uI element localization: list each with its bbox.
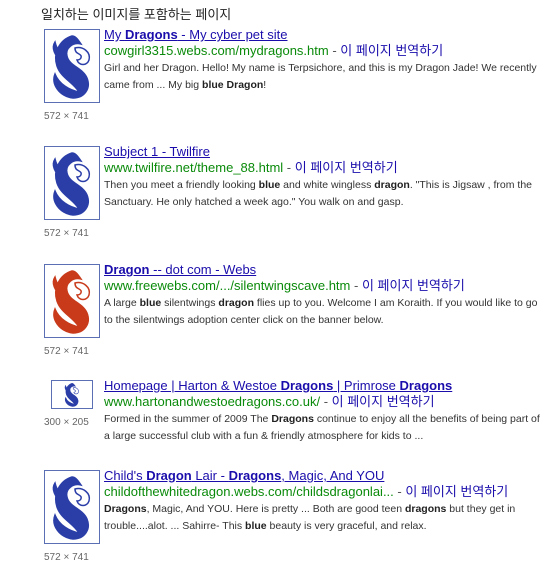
snippet-text: Then you meet a friendly looking bbox=[104, 179, 259, 191]
thumbnail-column: 572 × 741 bbox=[44, 470, 104, 563]
title-text: Dragons bbox=[280, 378, 334, 393]
result-snippet: Girl and her Dragon. Hello! My name is T… bbox=[104, 60, 544, 94]
url-separator: - bbox=[320, 394, 332, 409]
translate-page-link[interactable]: 이 페이지 번역하기 bbox=[405, 484, 508, 499]
translate-page-link[interactable]: 이 페이지 번역하기 bbox=[362, 278, 465, 293]
dragon-thumbnail-image[interactable] bbox=[44, 146, 100, 220]
title-text: , Magic, And YOU bbox=[281, 468, 385, 483]
dragon-thumbnail-image[interactable] bbox=[44, 264, 100, 338]
url-line: www.hartonandwestoedragons.co.uk/ - 이 페이… bbox=[104, 394, 544, 410]
result-snippet: Dragons, Magic, And YOU. Here is pretty … bbox=[104, 501, 544, 535]
image-dimensions: 572 × 741 bbox=[44, 552, 89, 563]
result-content: Subject 1 - Twilfire www.twilfire.net/the… bbox=[104, 144, 544, 211]
result-title-link[interactable]: Dragon -- dot com - Webs bbox=[104, 262, 544, 278]
thumbnail-column: 572 × 741 bbox=[44, 29, 104, 122]
snippet-text: silentwings bbox=[161, 297, 219, 309]
snippet-text: blue bbox=[139, 297, 162, 309]
result-content: My Dragons - My cyber pet site cowgirl331… bbox=[104, 27, 544, 94]
translate-page-link[interactable]: 이 페이지 번역하기 bbox=[340, 43, 443, 58]
snippet-text: , Magic, And YOU. Here is pretty ... Bot… bbox=[146, 503, 405, 515]
title-text: My bbox=[104, 27, 125, 42]
translate-page-link[interactable]: 이 페이지 번역하기 bbox=[332, 394, 435, 409]
title-text: -- dot com - Webs bbox=[149, 262, 257, 277]
dragon-thumbnail-image[interactable] bbox=[44, 29, 100, 103]
result-snippet: A large blue silentwings dragon flies up… bbox=[104, 295, 544, 329]
title-text: Homepage | Harton & Westoe bbox=[104, 378, 281, 393]
snippet-text: Formed in the summer of 2009 The bbox=[104, 413, 272, 425]
snippet-text: dragons bbox=[404, 503, 447, 515]
snippet-text: Girl and her Dragon. Hello! My name is T… bbox=[104, 62, 537, 91]
snippet-text: dragon bbox=[374, 179, 410, 191]
snippet-text: and white wingless bbox=[280, 179, 375, 191]
image-dimensions: 572 × 741 bbox=[44, 346, 89, 357]
url-separator: - bbox=[350, 278, 362, 293]
result-url: www.twilfire.net/theme_88.html bbox=[104, 160, 284, 175]
title-text: Dragons bbox=[228, 468, 282, 483]
snippet-text: Dragons bbox=[271, 413, 314, 425]
result-url: childofthewhitedragon.webs.com/childsdra… bbox=[104, 484, 394, 499]
image-dimensions: 572 × 741 bbox=[44, 111, 89, 122]
result-title-link[interactable]: Homepage | Harton & Westoe Dragons | Pri… bbox=[104, 378, 544, 394]
title-text: Lair - bbox=[191, 468, 229, 483]
url-line: childofthewhitedragon.webs.com/childsdra… bbox=[104, 484, 544, 500]
title-text: | Primrose bbox=[333, 378, 400, 393]
snippet-text: dragon bbox=[218, 297, 254, 309]
result-content: Homepage | Harton & Westoe Dragons | Pri… bbox=[104, 378, 544, 445]
result-content: Child's Dragon Lair - Dragons, Magic, An… bbox=[104, 468, 544, 535]
url-line: www.freewebs.com/.../silentwingscave.htm… bbox=[104, 278, 544, 294]
title-text: Child's bbox=[104, 468, 147, 483]
result-url: cowgirl3315.webs.com/mydragons.htm bbox=[104, 43, 329, 58]
title-text: Dragons bbox=[399, 378, 453, 393]
result-url: www.freewebs.com/.../silentwingscave.htm bbox=[104, 278, 351, 293]
snippet-text: blue Dragon bbox=[202, 79, 264, 91]
title-text: - My cyber pet site bbox=[177, 27, 288, 42]
title-text: Dragons bbox=[124, 27, 178, 42]
result-title-link[interactable]: Child's Dragon Lair - Dragons, Magic, An… bbox=[104, 468, 544, 484]
thumbnail-column: 572 × 741 bbox=[44, 264, 104, 357]
result-content: Dragon -- dot com - Webs www.freewebs.com… bbox=[104, 262, 544, 329]
snippet-text: blue bbox=[258, 179, 281, 191]
snippet-text: Dragons bbox=[104, 503, 147, 515]
snippet-text: ! bbox=[263, 79, 267, 91]
thumbnail-column: 300 × 205 bbox=[44, 380, 104, 428]
snippet-text: beauty is very graceful, and relax. bbox=[266, 520, 427, 532]
result-snippet: Formed in the summer of 2009 The Dragons… bbox=[104, 411, 544, 445]
dragon-thumbnail-image[interactable] bbox=[44, 470, 100, 544]
url-line: www.twilfire.net/theme_88.html - 이 페이지 번… bbox=[104, 160, 544, 176]
results-heading: 일치하는 이미지를 포함하는 페이지 bbox=[41, 7, 232, 22]
translate-page-link[interactable]: 이 페이지 번역하기 bbox=[295, 160, 398, 175]
result-title-link[interactable]: Subject 1 - Twilfire bbox=[104, 144, 544, 160]
url-separator: - bbox=[283, 160, 295, 175]
title-text: Subject 1 - Twilfire bbox=[104, 144, 210, 159]
url-separator: - bbox=[393, 484, 406, 499]
thumbnail-column: 572 × 741 bbox=[44, 146, 104, 239]
url-separator: - bbox=[328, 43, 341, 58]
snippet-text: blue bbox=[245, 520, 267, 532]
image-dimensions: 300 × 205 bbox=[44, 417, 89, 428]
title-text: Dragon bbox=[146, 468, 192, 483]
snippet-text: A large bbox=[104, 297, 140, 309]
image-dimensions: 572 × 741 bbox=[44, 228, 89, 239]
url-line: cowgirl3315.webs.com/mydragons.htm - 이 페… bbox=[104, 43, 544, 59]
result-snippet: Then you meet a friendly looking blue an… bbox=[104, 177, 544, 211]
result-url: www.hartonandwestoedragons.co.uk/ bbox=[104, 394, 321, 409]
title-text: Dragon bbox=[104, 262, 150, 277]
result-title-link[interactable]: My Dragons - My cyber pet site bbox=[104, 27, 544, 43]
dragon-thumbnail-image[interactable] bbox=[51, 380, 93, 409]
